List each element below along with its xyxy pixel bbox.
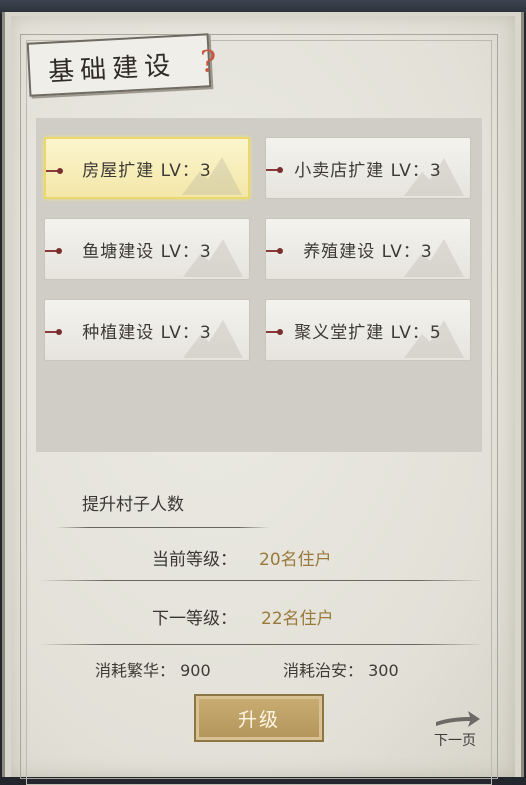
building-label: 小卖店扩建 LV：3 [294, 160, 442, 181]
building-button-breeding[interactable]: 养殖建设 LV：3 [265, 218, 471, 280]
pin-icon [46, 167, 66, 175]
cost-prosperity-label: 消耗繁华： [95, 661, 176, 680]
next-page-arrow-icon[interactable] [434, 708, 480, 730]
building-button-planting[interactable]: 种植建设 LV：3 [44, 299, 250, 361]
next-level-label: 下一等级： [152, 609, 237, 629]
title-banner: 基础建设 [26, 33, 212, 97]
building-button-fishpond[interactable]: 鱼塘建设 LV：3 [44, 218, 250, 280]
building-label: 种植建设 LV：3 [82, 322, 212, 343]
pin-icon [266, 328, 286, 336]
divider [38, 644, 484, 645]
building-button-hall[interactable]: 聚义堂扩建 LV：5 [265, 299, 471, 361]
current-level-value: 20名住户 [259, 550, 332, 570]
building-button-shop[interactable]: 小卖店扩建 LV：3 [265, 137, 471, 199]
cost-prosperity-value: 900 [180, 661, 211, 680]
cost-security: 消耗治安： 300 [283, 657, 399, 681]
building-label: 养殖建设 LV：3 [303, 241, 433, 262]
pin-icon [45, 247, 65, 255]
question-mark-icon[interactable]: ? [200, 46, 220, 80]
upgrade-button[interactable]: 升级 [194, 694, 324, 742]
building-label: 聚义堂扩建 LV：5 [294, 322, 442, 343]
next-page-label[interactable]: 下一页 [434, 730, 476, 750]
pin-icon [45, 328, 65, 336]
building-label: 鱼塘建设 LV：3 [82, 241, 212, 262]
pin-icon [266, 166, 286, 174]
cost-security-value: 300 [368, 661, 399, 680]
divider [38, 580, 484, 581]
divider [56, 527, 270, 528]
building-button-house[interactable]: 房屋扩建 LV：3 [44, 137, 250, 199]
upgrade-description: 提升村子人数 [82, 495, 184, 515]
next-level-value: 22名住户 [261, 609, 334, 629]
current-level-label: 当前等级： [152, 550, 237, 570]
cost-security-label: 消耗治安： [283, 661, 364, 680]
page-title: 基础建设 [47, 51, 177, 88]
building-label: 房屋扩建 LV：3 [82, 160, 212, 181]
pin-icon [266, 247, 286, 255]
cost-prosperity: 消耗繁华： 900 [95, 657, 211, 681]
